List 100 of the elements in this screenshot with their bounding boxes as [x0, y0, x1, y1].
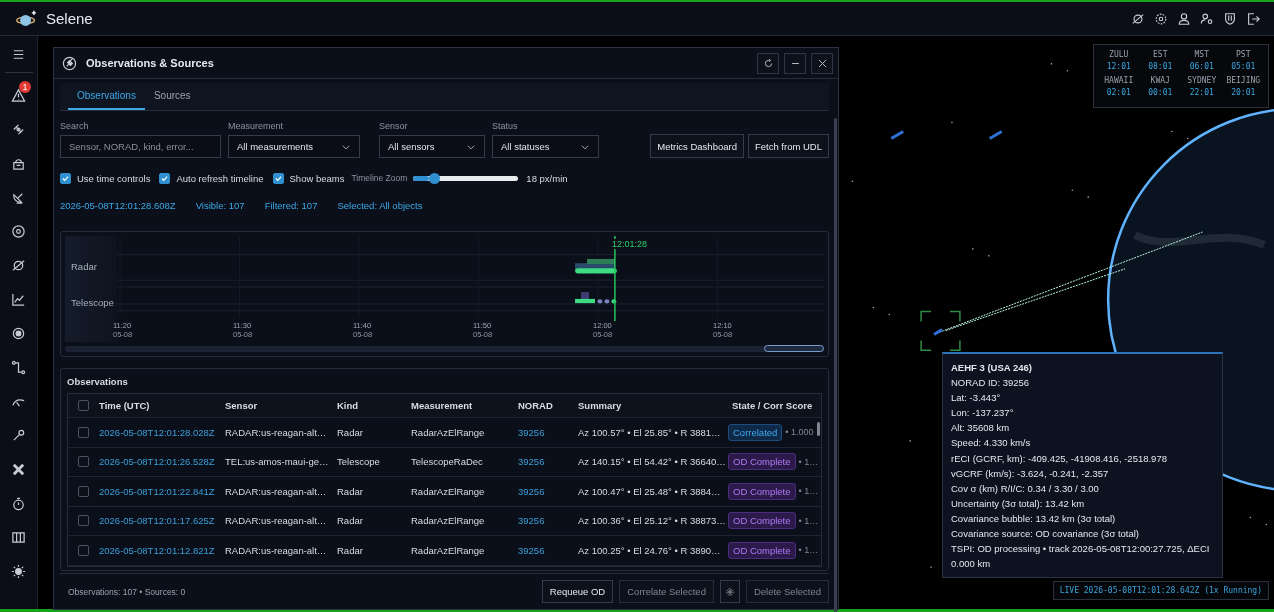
- section-title: Observations: [66, 375, 129, 389]
- scrollbar-thumb[interactable]: [764, 345, 824, 352]
- clock-zone: SYDNEY: [1187, 76, 1217, 85]
- warning-icon[interactable]: [11, 88, 26, 103]
- row-checkbox[interactable]: [78, 426, 89, 438]
- clock-zone: MST: [1194, 50, 1209, 59]
- slider-thumb[interactable]: [429, 172, 441, 184]
- tooltip-line: vGCRF (km/s): -3.624, -0.241, -2.357: [951, 466, 1110, 481]
- checkbox[interactable]: [272, 172, 284, 184]
- state-badge: OD Complete: [728, 512, 796, 530]
- live-time-indicator: LIVE 2026-05-08T12:01:28.642Z (1x Running): [1052, 581, 1269, 600]
- path-icon[interactable]: [11, 360, 26, 375]
- slider-fill[interactable]: [413, 175, 430, 181]
- clock-zone: ZULU: [1109, 50, 1129, 59]
- action-button[interactable]: Fetch from UDL: [747, 134, 829, 158]
- clock-time: 20:01: [1231, 88, 1256, 97]
- window-title: Observations & Sources: [86, 57, 214, 69]
- menu-icon[interactable]: [11, 47, 26, 62]
- logout-icon[interactable]: [1246, 11, 1260, 26]
- column-header: Kind: [337, 400, 360, 411]
- refresh-icon: [762, 57, 774, 69]
- scrollbar-track[interactable]: [65, 346, 824, 352]
- checkbox[interactable]: [60, 172, 71, 184]
- tooltip-line: Lon: -137.237°: [951, 406, 1015, 421]
- time-link[interactable]: 2026-05-08T12:01:26.528Z: [99, 456, 225, 468]
- table-cell-text: Radar: [337, 544, 364, 556]
- stopwatch-icon[interactable]: [11, 496, 26, 511]
- map-icon[interactable]: [11, 530, 26, 545]
- state-badge: OD Complete: [728, 453, 796, 471]
- tooltip-line: NORAD ID: 39256: [951, 376, 1031, 391]
- settings-button[interactable]: [719, 580, 740, 603]
- user-gear-icon[interactable]: [1200, 11, 1214, 26]
- state-badge: OD Complete: [728, 541, 796, 559]
- search-field[interactable]: Sensor, NORAD, kind, error...: [60, 135, 221, 158]
- refresh-button[interactable]: [757, 52, 779, 74]
- checkbox-label: Auto refresh timeline: [176, 172, 264, 184]
- tab[interactable]: Observations: [68, 83, 145, 110]
- field-label: Measurement: [228, 121, 285, 131]
- norad-link[interactable]: 39256: [518, 544, 578, 556]
- dropdown[interactable]: All measurements: [228, 135, 360, 158]
- shield-icon[interactable]: [1223, 11, 1237, 26]
- norad-link[interactable]: 39256: [518, 426, 578, 438]
- row-checkbox[interactable]: [78, 456, 89, 468]
- table-cell-text: Az 100.57° • El 25.85° • R 3881…: [578, 426, 722, 438]
- table-cell-text: Az 140.15° • El 54.42° • R 36640…: [578, 456, 727, 468]
- target-icon[interactable]: [11, 326, 26, 341]
- dropdown[interactable]: All statuses: [492, 135, 599, 158]
- counts-text: Observations: 107 • Sources: 0: [68, 586, 186, 597]
- table-cell-text: Telescope: [337, 456, 381, 468]
- orbit-icon[interactable]: [11, 224, 26, 239]
- clock-time: 08:01: [1148, 62, 1173, 71]
- norad-link[interactable]: 39256: [518, 515, 578, 527]
- dropdown[interactable]: All sensors: [379, 135, 485, 158]
- scrollbar-thumb[interactable]: [817, 422, 820, 436]
- time-link[interactable]: 2026-05-08T12:01:22.841Z: [99, 485, 225, 497]
- time-link[interactable]: 2026-05-08T12:01:12.821Z: [99, 544, 225, 556]
- column-header: NORAD: [518, 400, 554, 411]
- column-header: Summary: [578, 400, 623, 411]
- planet-icon[interactable]: [1131, 11, 1145, 26]
- footer-button[interactable]: Requeue OD: [541, 580, 614, 603]
- row-checkbox[interactable]: [78, 485, 89, 497]
- close-button[interactable]: [811, 52, 833, 74]
- table-cell-text: RadarAzElRange: [411, 426, 486, 438]
- state-badge: OD Complete: [728, 482, 796, 500]
- norad-link[interactable]: 39256: [518, 456, 578, 468]
- score-text: • 1…: [798, 515, 819, 526]
- scrollbar-thumb[interactable]: [834, 118, 837, 612]
- clock-time: 06:01: [1189, 62, 1214, 71]
- planet-icon[interactable]: [11, 258, 26, 273]
- select-all-checkbox[interactable]: [78, 400, 89, 411]
- clock-zone: BEIJING: [1226, 76, 1261, 85]
- clock-zone: EST: [1153, 50, 1168, 59]
- time-link[interactable]: 2026-05-08T12:01:28.028Z: [99, 426, 225, 438]
- settings-icon[interactable]: [1154, 11, 1168, 26]
- checkbox-label: Use time controls: [77, 172, 151, 184]
- table-cell-text: RADAR:us-reagan-alt…: [225, 485, 328, 497]
- tooltip-line: rECI (GCRF, km): -409.425, -41908.416, -2518.978: [951, 451, 1168, 466]
- checkbox[interactable]: [159, 172, 171, 184]
- tooltip-line: TSPI: OD processing • track 2026-05-08T12:00:27.725, ΔECI 0.000 km: [951, 542, 1211, 572]
- status-text: 2026-05-08T12:01:28.608Z: [60, 200, 176, 211]
- table-cell-text: TelescopeRaDec: [411, 456, 484, 468]
- lane-label: Radar: [71, 261, 98, 272]
- chart-icon[interactable]: [11, 292, 26, 307]
- user-icon[interactable]: [1177, 11, 1191, 26]
- row-checkbox[interactable]: [78, 515, 89, 527]
- tooltip-title: AEHF 3 (USA 246): [951, 361, 1033, 375]
- time-link[interactable]: 2026-05-08T12:01:17.625Z: [99, 515, 225, 527]
- action-button[interactable]: Metrics Dashboard: [650, 134, 744, 158]
- tooltip-line: Covariance source: OD covariance (3σ total): [951, 527, 1141, 542]
- tab[interactable]: Sources: [144, 83, 200, 110]
- clock-time: 22:01: [1189, 88, 1214, 97]
- sun-icon[interactable]: [11, 564, 26, 579]
- wrench-icon[interactable]: [11, 428, 26, 443]
- field-label: Sensor: [379, 121, 409, 131]
- row-checkbox[interactable]: [78, 544, 89, 556]
- close-icon: [816, 57, 828, 69]
- status-text: Visible: 107: [195, 200, 245, 211]
- norad-link[interactable]: 39256: [518, 485, 578, 497]
- tooltip-line: Covariance bubble: 13.42 km (3σ total): [951, 511, 1117, 526]
- score-text: • 1…: [798, 545, 819, 556]
